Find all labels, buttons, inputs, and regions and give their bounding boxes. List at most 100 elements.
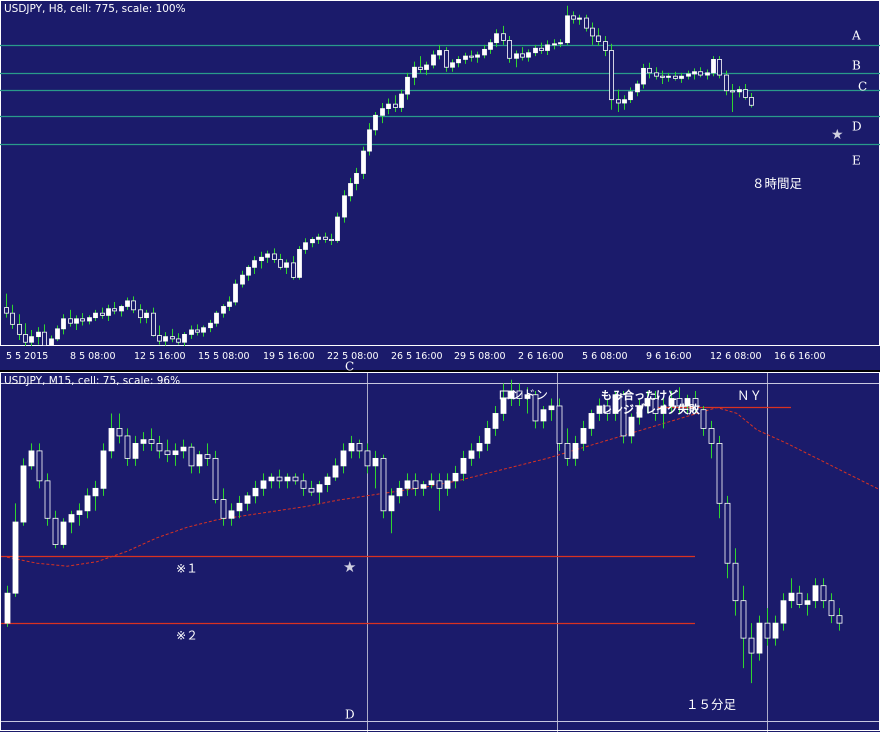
m15-candle-body: [68, 514, 75, 523]
h8-candle-body: [660, 75, 665, 78]
m15-candle-body: [436, 480, 443, 489]
london-session-label: ロンドン: [498, 387, 548, 402]
h8-level-label-a: A: [851, 29, 861, 43]
m15-candle-body: [836, 615, 843, 624]
h8-candle-body: [431, 54, 436, 66]
h8-x-tick-label: 15 5 08:00: [198, 351, 250, 362]
m15-candle-body: [772, 622, 779, 639]
m15-candle-body: [204, 454, 211, 459]
h8-x-tick-label: 9 6 16:00: [646, 351, 692, 362]
h8-candle-body: [10, 312, 15, 325]
m15-candle-body: [564, 443, 571, 459]
h8-candle-body: [405, 76, 410, 95]
m15-candle-body: [300, 480, 307, 489]
m15-candle-body: [324, 476, 331, 485]
m15-candle-body: [804, 600, 811, 605]
h8-candle-body: [743, 89, 748, 98]
m15-candle-body: [580, 428, 587, 444]
h8-candle-body: [730, 90, 735, 93]
h8-candle-body: [170, 336, 175, 340]
m15-red-level-label: ※１: [176, 562, 198, 576]
h8-candle-body: [80, 318, 85, 322]
h8-candle-body: [514, 53, 519, 59]
m15-candle-body: [36, 450, 43, 482]
m15-candle-body: [12, 521, 19, 594]
chart-window: USDJPY, H8, cell: 775, scale: 100% ８時間足 …: [0, 0, 880, 732]
h8-candle-body: [316, 236, 321, 240]
m15-candle-body: [348, 443, 355, 452]
m15-candle-body: [628, 416, 635, 437]
h8-candle-body: [641, 67, 646, 85]
h8-candle-body: [482, 48, 487, 56]
h8-candle-body: [628, 91, 633, 101]
m15-candle-body: [4, 592, 11, 624]
m15-candle-body: [748, 637, 755, 654]
h8-candle-body: [749, 97, 754, 106]
h8-candle-body: [475, 54, 480, 58]
h8-candle-body: [456, 59, 461, 64]
m15-candle-body: [244, 495, 251, 504]
h8-candle-body: [386, 103, 391, 110]
h8-candle-body: [151, 312, 156, 336]
h8-x-tick-label: 12 5 16:00: [134, 351, 186, 362]
h8-candle-body: [444, 50, 449, 68]
h8-candle-body: [252, 260, 257, 268]
m15-candle-body: [396, 487, 403, 497]
h8-candle-body: [354, 173, 359, 184]
h8-candle-body: [533, 47, 538, 54]
m15-panel-background: [0, 372, 880, 732]
h8-candle-body: [361, 150, 366, 174]
h8-candle-body: [221, 306, 226, 314]
h8-candle-body: [112, 308, 117, 312]
m15-candle-body: [132, 443, 139, 459]
h8-candle-body: [240, 274, 245, 285]
h8-candle-body: [724, 74, 729, 92]
m15-candle-body: [212, 457, 219, 500]
m15-candle-body: [172, 450, 179, 456]
h8-x-tick-label: 29 5 08:00: [454, 351, 506, 362]
m15-candle-body: [260, 480, 267, 489]
m15-candle-body: [572, 443, 579, 459]
m15-candle-body: [468, 450, 475, 459]
m15-candle-body: [476, 443, 483, 452]
m15-timeframe-annotation: １５分足: [686, 697, 737, 712]
m15-level-label-c: C: [345, 360, 354, 374]
h8-candle-body: [577, 17, 582, 20]
h8-candle-body: [558, 42, 563, 45]
h8-x-tick-label: 2 6 16:00: [518, 351, 564, 362]
m15-candle-body: [284, 476, 291, 482]
m15-star-marker: ★: [343, 558, 356, 576]
h8-candle-body: [208, 322, 213, 329]
m15-candle-body: [60, 521, 67, 545]
h8-candle-body: [303, 242, 308, 250]
h8-level-label-b: B: [852, 59, 861, 73]
h8-candle-body: [705, 72, 710, 76]
h8-candle-body: [545, 44, 550, 51]
m15-candle-body: [92, 487, 99, 497]
m15-candle-body: [756, 622, 763, 654]
m15-candle-body: [796, 592, 803, 605]
h8-candle-body: [393, 103, 398, 108]
h8-x-tick-label: 16 6 16:00: [774, 351, 826, 362]
h8-candle-body: [233, 283, 238, 303]
h8-candle-body: [654, 72, 659, 77]
chart-canvas: USDJPY, H8, cell: 775, scale: 100% ８時間足 …: [0, 0, 880, 732]
h8-x-tick-label: 5 5 2015: [6, 351, 48, 362]
h8-candle-body: [367, 129, 372, 152]
m15-candle-body: [28, 450, 35, 467]
h8-candle-body: [603, 41, 608, 51]
m15-candle-body: [252, 487, 259, 497]
h8-candle-body: [246, 266, 251, 276]
h8-candle-body: [4, 307, 9, 314]
m15-candle-body: [732, 562, 739, 602]
h8-candle-body: [176, 338, 181, 343]
h8-candle-body: [520, 53, 525, 58]
m15-candle-body: [52, 517, 59, 545]
h8-candle-body: [68, 318, 73, 324]
m15-candle-body: [84, 495, 91, 512]
m15-chart-title: USDJPY, M15, cell: 75, scale: 96%: [4, 375, 180, 387]
h8-candle-body: [437, 50, 442, 56]
m15-candle-body: [548, 405, 555, 411]
m15-candle-body: [812, 585, 819, 602]
h8-candle-body: [131, 300, 136, 311]
